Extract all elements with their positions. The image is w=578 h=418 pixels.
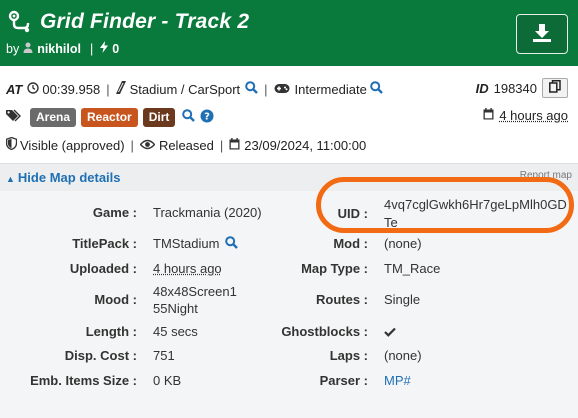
caret-up-icon: ▲	[6, 174, 15, 184]
tag-arena[interactable]: Arena	[30, 107, 77, 127]
separator: |	[130, 137, 134, 153]
clock-icon	[27, 81, 40, 97]
ghostblocks-label: Ghostblocks :	[281, 324, 368, 339]
map-type-label: Map Type :	[301, 261, 368, 276]
release-date: 23/09/2024, 11:00:00	[244, 137, 367, 153]
separator: |	[219, 137, 224, 153]
author-link[interactable]: nikhilol	[37, 42, 81, 56]
id-value: 198340	[493, 80, 537, 96]
author-time: 00:39.958	[42, 81, 101, 97]
separator: |	[264, 81, 268, 97]
separator: |	[106, 81, 110, 97]
bolt-icon	[100, 41, 109, 56]
routes-value: Single	[384, 292, 421, 307]
map-header: Grid Finder - Track 2 by nikhilol | 0	[0, 0, 578, 66]
search-icon[interactable]	[245, 81, 259, 97]
uploaded-label: Uploaded :	[69, 261, 137, 276]
shield-icon	[5, 136, 18, 153]
tag-dirt[interactable]: Dirt	[142, 107, 176, 127]
tag-reactor[interactable]: Reactor	[81, 107, 138, 127]
download-button[interactable]	[516, 14, 568, 54]
environment: Stadium / CarSport	[129, 81, 241, 97]
uploaded-value: 4 hours ago	[153, 261, 222, 276]
disp-cost-label: Disp. Cost :	[64, 348, 137, 363]
parser-value[interactable]: MP#	[384, 373, 411, 388]
copy-button[interactable]	[542, 78, 568, 98]
game-value: Trackmania (2020)	[153, 205, 262, 220]
map-type-value: TM_Race	[384, 261, 441, 276]
gamepad-icon	[274, 82, 290, 97]
release-status: Released	[158, 137, 214, 153]
routes-label: Routes :	[316, 292, 368, 307]
laps-label: Laps :	[329, 348, 368, 363]
byline: by nikhilol | 0	[6, 41, 119, 56]
map-title-text: Grid Finder - Track 2	[40, 10, 250, 33]
uid-value: 4vq7cglGwkh6Hr7geLpMlh0GDTe	[384, 197, 567, 230]
mod-value: (none)	[384, 236, 422, 251]
titlepack-value: TMStadium	[153, 236, 220, 251]
copy-icon	[549, 80, 561, 96]
laps-value: (none)	[384, 348, 422, 363]
search-icon[interactable]	[370, 81, 383, 97]
upload-age-text: 4 hours ago	[499, 108, 568, 123]
check-icon	[384, 325, 396, 340]
route-icon	[8, 10, 32, 34]
search-icon[interactable]	[225, 236, 238, 252]
award-count: 0	[112, 41, 120, 56]
tags-icon	[6, 109, 22, 125]
mood-label: Mood :	[94, 292, 137, 307]
id-label: ID	[475, 80, 489, 96]
titlepack-label: TitlePack :	[72, 236, 137, 251]
by-label: by	[6, 41, 20, 56]
separator: |	[89, 41, 94, 56]
game-label: Game :	[92, 205, 137, 220]
map-details-panel: Game : Trackmania (2020) TitlePack : TMS…	[0, 191, 578, 418]
map-details-bar: ▲ Hide Map details Report map	[0, 163, 578, 191]
upload-age: 4 hours ago	[483, 108, 568, 123]
environment-icon	[115, 81, 126, 97]
svg-text:?: ?	[204, 111, 210, 122]
disp-cost-value: 751	[153, 348, 175, 363]
hide-details-label: Hide Map details	[17, 170, 121, 185]
report-map-link[interactable]: Report map	[520, 170, 572, 181]
mood-value: 48x48Screen155Night	[153, 284, 237, 316]
at-label: AT	[6, 81, 23, 97]
uid-label: UID :	[337, 206, 368, 221]
map-id: ID 198340	[476, 78, 568, 98]
tags-row: Arena Reactor Dirt ?	[6, 107, 214, 127]
search-icon[interactable]	[182, 109, 196, 125]
user-icon	[23, 42, 33, 56]
download-icon	[531, 22, 553, 47]
status-row: Visible (approved) | Released | 23/09/20…	[5, 136, 367, 154]
emb-items-size-value: 0 KB	[153, 373, 182, 388]
mod-label: Mod :	[333, 236, 368, 251]
hide-details-toggle[interactable]: ▲ Hide Map details	[6, 170, 121, 185]
difficulty: Intermediate	[294, 81, 367, 97]
eye-icon	[139, 138, 156, 153]
length-value: 45 secs	[153, 324, 198, 339]
length-label: Length :	[85, 324, 137, 339]
help-icon[interactable]: ?	[200, 109, 214, 126]
calendar-icon	[229, 137, 240, 153]
emb-items-size-label: Emb. Items Size :	[30, 373, 137, 388]
calendar-icon	[483, 108, 494, 123]
map-title: Grid Finder - Track 2	[8, 10, 249, 34]
parser-label: Parser :	[319, 373, 368, 388]
visibility-status: Visible (approved)	[20, 137, 125, 153]
